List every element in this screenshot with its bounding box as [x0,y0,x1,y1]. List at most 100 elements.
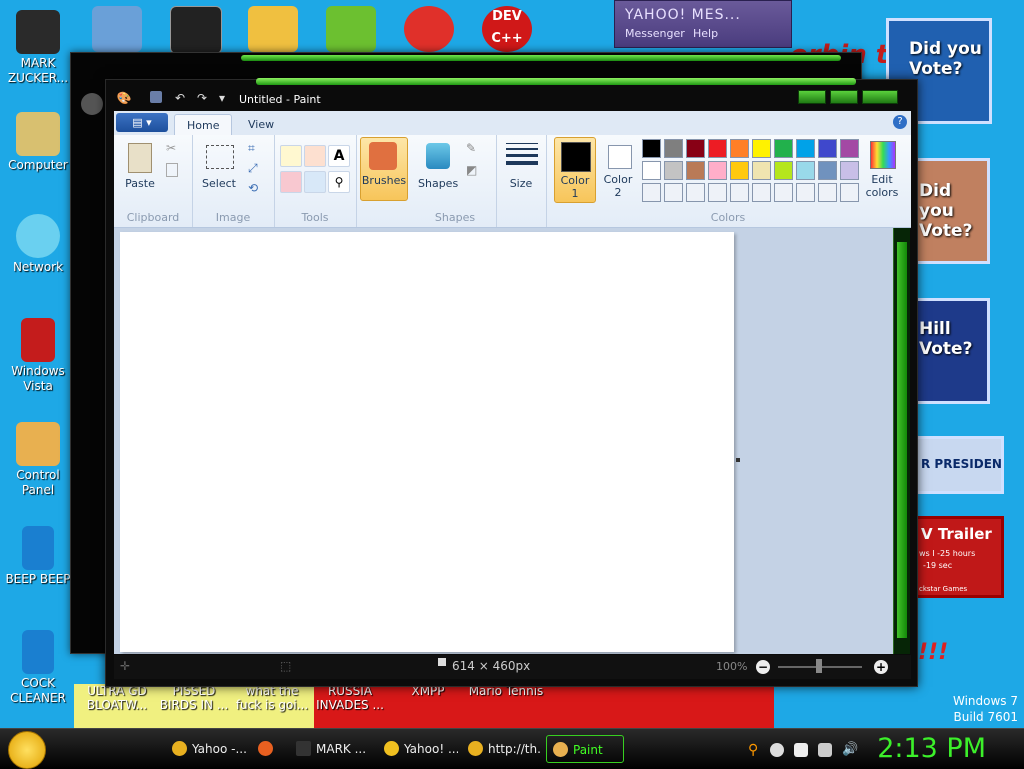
color-swatch[interactable] [774,183,793,202]
paint-app-icon[interactable]: 🎨 [116,91,132,105]
color-swatch[interactable] [642,161,661,180]
color-swatch[interactable] [686,183,705,202]
color-swatch[interactable] [708,139,727,158]
folder-icon[interactable] [92,6,142,52]
network-tray-icon[interactable] [818,743,832,757]
maximize-button[interactable] [830,90,858,104]
tab-home[interactable]: Home [174,114,233,136]
dev-cpp-icon[interactable]: DEV C++ [482,6,532,52]
color-swatch[interactable] [796,139,815,158]
edit-colors-button[interactable]: Edit colors [862,137,902,201]
scrollbar-thumb[interactable] [897,242,907,638]
customize-dropdown-icon[interactable]: ▾ [214,91,230,105]
color-swatch[interactable] [752,183,771,202]
color-swatch[interactable] [664,139,683,158]
resize-handle[interactable] [736,458,740,462]
color-swatch[interactable] [730,139,749,158]
color-swatch[interactable] [686,139,705,158]
redo-icon[interactable]: ↷ [194,91,210,105]
color-swatch[interactable] [708,161,727,180]
eraser-icon[interactable] [280,171,302,193]
rotate-icon[interactable]: ⟲ [248,181,258,195]
vertical-scrollbar[interactable] [893,228,910,654]
brushes-button[interactable]: Brushes [360,137,408,201]
color-swatch[interactable] [686,161,705,180]
minimize-button[interactable] [798,90,826,104]
color-swatch[interactable] [796,183,815,202]
color-swatch[interactable] [796,161,815,180]
paint-menu-button[interactable]: ▤ ▾ [116,113,168,132]
color-swatch[interactable] [708,183,727,202]
desktop-icon-network[interactable]: Network [0,214,76,275]
color2-button[interactable]: Color 2 [598,137,638,201]
color-swatch[interactable] [818,161,837,180]
color-swatch[interactable] [642,183,661,202]
color1-button[interactable]: Color 1 [554,137,596,203]
zoom-slider-thumb[interactable] [816,659,822,673]
paste-button[interactable]: Paste [120,139,160,201]
shapes-button[interactable]: Shapes [418,139,458,201]
color-swatch[interactable] [840,161,859,180]
text-icon[interactable]: A [328,145,350,167]
fill-icon[interactable] [304,145,326,167]
p-app-icon[interactable] [404,6,454,52]
desktop-icon-mark[interactable]: MARK ZUCKER... [0,10,76,86]
color-swatch[interactable] [818,183,837,202]
title-bar[interactable]: 🎨 ↶ ↷ ▾ Untitled - Paint [106,80,917,110]
task-yahoo-messenger[interactable]: Yahoo! ... [378,735,458,763]
color-picker-icon[interactable] [304,171,326,193]
task-chrome-yahoo[interactable]: Yahoo -... [166,735,246,763]
select-button[interactable]: Select [198,139,240,201]
outline-icon[interactable]: ✎ [466,141,476,155]
zoom-out-button[interactable]: − [756,660,770,674]
task-firefox[interactable] [252,735,286,763]
tab-view[interactable]: View [236,114,286,135]
paint-window[interactable]: 🎨 ↶ ↷ ▾ Untitled - Paint ▤ ▾ Home View ?… [105,78,918,687]
zoom-in-button[interactable]: + [874,660,888,674]
color-swatch[interactable] [752,139,771,158]
fill-style-icon[interactable]: ◩ [466,163,477,177]
volume-icon[interactable]: 🔊 [842,743,858,757]
color-swatch[interactable] [664,161,683,180]
color-swatch[interactable] [664,183,683,202]
menu-messenger[interactable]: Messenger [625,27,685,40]
desktop-icon-cleaner[interactable]: COCK CLEANER [0,630,76,706]
color-swatch[interactable] [730,183,749,202]
icon-label[interactable]: PISSED BIRDS IN ... [156,684,232,712]
close-button[interactable] [862,90,898,104]
clock[interactable]: 2:13 PM [877,733,986,764]
crop-icon[interactable]: ⌗ [248,141,255,156]
magnifier-icon[interactable]: ⚲ [328,171,350,193]
flag-icon[interactable] [794,743,808,757]
color-swatch[interactable] [642,139,661,158]
menu-help[interactable]: Help [693,27,718,40]
desktop-icon-computer[interactable]: Computer [0,112,76,173]
icon-label[interactable]: what the fuck is goi... [234,684,310,712]
angry-birds-icon[interactable] [326,6,376,52]
ad-vote-2[interactable]: Did you Vote? [914,158,990,264]
desktop-icon-control-panel[interactable]: Control Panel [0,422,76,498]
color-swatch[interactable] [774,139,793,158]
color-swatch[interactable] [818,139,837,158]
msn-icon[interactable] [248,6,298,52]
help-icon[interactable]: ? [893,115,907,129]
icon-label[interactable]: ULTRA GD BLOATW... [80,684,154,712]
cmd-icon[interactable] [170,6,222,54]
back-button-icon[interactable] [81,93,103,115]
color-swatch[interactable] [840,183,859,202]
cut-icon[interactable]: ✂ [166,141,176,155]
group-size[interactable]: Size [496,135,547,227]
ad-hill[interactable]: Hill Vote? [914,298,990,404]
task-browser-url[interactable]: http://th... [462,735,542,763]
color-swatch[interactable] [730,161,749,180]
drawing-canvas[interactable] [120,232,734,652]
search-icon[interactable]: ⚲ [748,743,762,757]
copy-icon[interactable] [166,163,178,177]
resize-icon[interactable]: ⤢ [248,161,258,176]
desktop-icon-vista[interactable]: Windows Vista [0,318,76,394]
icon-label[interactable]: RUSSIA INVADES ... [312,684,388,712]
ad-trailer[interactable]: V Trailer ws I -25 hours -19 sec ckstar … [914,516,1004,598]
canvas-workspace[interactable] [114,228,893,654]
task-mark[interactable]: MARK ... [290,735,374,763]
desktop-icon-beep[interactable]: BEEP BEEP [0,526,76,587]
